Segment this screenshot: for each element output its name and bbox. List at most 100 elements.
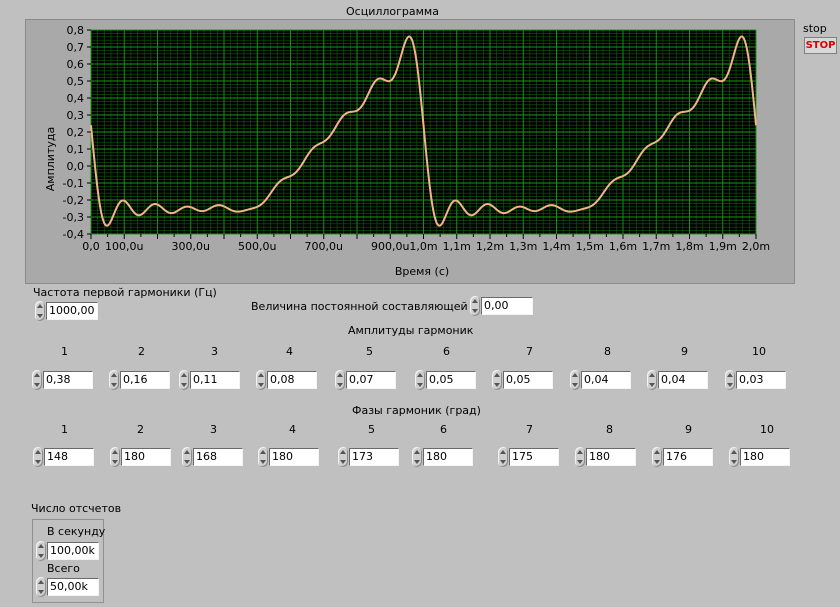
increment-arrow-icon[interactable] — [37, 304, 43, 308]
phase-spinner-5[interactable] — [338, 447, 348, 467]
decrement-arrow-icon[interactable] — [417, 383, 423, 387]
per-second-spinner[interactable] — [36, 541, 46, 561]
decrement-arrow-icon[interactable] — [34, 383, 40, 387]
decrement-arrow-icon[interactable] — [38, 554, 44, 558]
increment-arrow-icon[interactable] — [337, 373, 343, 377]
increment-arrow-icon[interactable] — [34, 373, 40, 377]
total-field[interactable]: 50,00k — [47, 578, 99, 596]
dc-offset-control[interactable]: 0,00 — [470, 296, 534, 316]
increment-arrow-icon[interactable] — [111, 373, 117, 377]
per-second-control[interactable]: 100,00k — [36, 541, 102, 561]
phase-field-4[interactable]: 180 — [269, 448, 319, 466]
frequency-control[interactable]: 1000,00 — [35, 301, 99, 321]
phase-spinner-10[interactable] — [729, 447, 739, 467]
phase-control-1[interactable]: 148 — [33, 447, 95, 467]
phase-control-5[interactable]: 173 — [338, 447, 400, 467]
amplitude-spinner-6[interactable] — [415, 370, 425, 390]
increment-arrow-icon[interactable] — [38, 580, 44, 584]
phase-field-1[interactable]: 148 — [44, 448, 94, 466]
phase-control-6[interactable]: 180 — [412, 447, 474, 467]
amplitude-spinner-7[interactable] — [492, 370, 502, 390]
decrement-arrow-icon[interactable] — [38, 590, 44, 594]
amplitude-control-7[interactable]: 0,05 — [492, 370, 554, 390]
decrement-arrow-icon[interactable] — [494, 383, 500, 387]
increment-arrow-icon[interactable] — [258, 373, 264, 377]
phase-spinner-3[interactable] — [182, 447, 192, 467]
phase-control-10[interactable]: 180 — [729, 447, 791, 467]
phase-field-8[interactable]: 180 — [586, 448, 636, 466]
amplitude-field-4[interactable]: 0,08 — [267, 371, 317, 389]
amplitude-control-2[interactable]: 0,16 — [109, 370, 171, 390]
phase-control-3[interactable]: 168 — [182, 447, 244, 467]
increment-arrow-icon[interactable] — [654, 450, 660, 454]
decrement-arrow-icon[interactable] — [572, 383, 578, 387]
phase-field-5[interactable]: 173 — [349, 448, 399, 466]
increment-arrow-icon[interactable] — [38, 544, 44, 548]
amplitude-field-1[interactable]: 0,38 — [43, 371, 93, 389]
increment-arrow-icon[interactable] — [414, 450, 420, 454]
decrement-arrow-icon[interactable] — [337, 383, 343, 387]
amplitude-control-5[interactable]: 0,07 — [335, 370, 397, 390]
decrement-arrow-icon[interactable] — [649, 383, 655, 387]
phase-spinner-4[interactable] — [258, 447, 268, 467]
phase-control-9[interactable]: 176 — [652, 447, 714, 467]
amplitude-spinner-1[interactable] — [32, 370, 42, 390]
increment-arrow-icon[interactable] — [472, 299, 478, 303]
amplitude-field-10[interactable]: 0,03 — [736, 371, 786, 389]
decrement-arrow-icon[interactable] — [500, 460, 506, 464]
phase-spinner-9[interactable] — [652, 447, 662, 467]
decrement-arrow-icon[interactable] — [181, 383, 187, 387]
amplitude-spinner-3[interactable] — [179, 370, 189, 390]
amplitude-spinner-2[interactable] — [109, 370, 119, 390]
decrement-arrow-icon[interactable] — [260, 460, 266, 464]
decrement-arrow-icon[interactable] — [37, 314, 43, 318]
amplitude-spinner-4[interactable] — [256, 370, 266, 390]
amplitude-field-8[interactable]: 0,04 — [581, 371, 631, 389]
decrement-arrow-icon[interactable] — [111, 383, 117, 387]
phase-spinner-8[interactable] — [575, 447, 585, 467]
amplitude-spinner-8[interactable] — [570, 370, 580, 390]
phase-field-6[interactable]: 180 — [423, 448, 473, 466]
decrement-arrow-icon[interactable] — [727, 383, 733, 387]
phase-spinner-2[interactable] — [110, 447, 120, 467]
frequency-spinner[interactable] — [35, 301, 45, 321]
phase-control-4[interactable]: 180 — [258, 447, 320, 467]
decrement-arrow-icon[interactable] — [112, 460, 118, 464]
per-second-field[interactable]: 100,00k — [47, 542, 99, 560]
amplitude-control-9[interactable]: 0,04 — [647, 370, 709, 390]
increment-arrow-icon[interactable] — [731, 450, 737, 454]
amplitude-control-3[interactable]: 0,11 — [179, 370, 241, 390]
amplitude-spinner-5[interactable] — [335, 370, 345, 390]
increment-arrow-icon[interactable] — [184, 450, 190, 454]
decrement-arrow-icon[interactable] — [472, 309, 478, 313]
frequency-field[interactable]: 1000,00 — [46, 302, 98, 320]
increment-arrow-icon[interactable] — [112, 450, 118, 454]
amplitude-field-5[interactable]: 0,07 — [346, 371, 396, 389]
amplitude-field-6[interactable]: 0,05 — [426, 371, 476, 389]
phase-field-9[interactable]: 176 — [663, 448, 713, 466]
increment-arrow-icon[interactable] — [35, 450, 41, 454]
phase-control-2[interactable]: 180 — [110, 447, 172, 467]
amplitude-control-8[interactable]: 0,04 — [570, 370, 632, 390]
decrement-arrow-icon[interactable] — [258, 383, 264, 387]
increment-arrow-icon[interactable] — [577, 450, 583, 454]
amplitude-field-3[interactable]: 0,11 — [190, 371, 240, 389]
phase-spinner-7[interactable] — [498, 447, 508, 467]
amplitude-control-4[interactable]: 0,08 — [256, 370, 318, 390]
amplitude-field-2[interactable]: 0,16 — [120, 371, 170, 389]
amplitude-field-9[interactable]: 0,04 — [658, 371, 708, 389]
phase-control-8[interactable]: 180 — [575, 447, 637, 467]
decrement-arrow-icon[interactable] — [577, 460, 583, 464]
dc-offset-spinner[interactable] — [470, 296, 480, 316]
amplitude-spinner-10[interactable] — [725, 370, 735, 390]
amplitude-spinner-9[interactable] — [647, 370, 657, 390]
total-control[interactable]: 50,00k — [36, 577, 102, 597]
increment-arrow-icon[interactable] — [181, 373, 187, 377]
increment-arrow-icon[interactable] — [260, 450, 266, 454]
increment-arrow-icon[interactable] — [727, 373, 733, 377]
decrement-arrow-icon[interactable] — [184, 460, 190, 464]
decrement-arrow-icon[interactable] — [731, 460, 737, 464]
amplitude-control-10[interactable]: 0,03 — [725, 370, 787, 390]
increment-arrow-icon[interactable] — [500, 450, 506, 454]
phase-field-2[interactable]: 180 — [121, 448, 171, 466]
